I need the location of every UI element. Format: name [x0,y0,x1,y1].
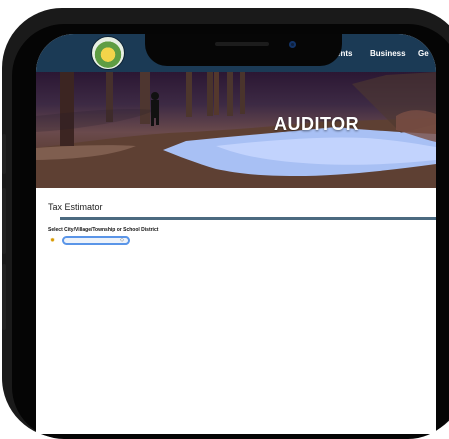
chevron-down-icon: ◇ [120,237,124,243]
hero-banner: AUDITOR [36,72,436,188]
speaker-grille [215,42,269,46]
side-button [2,264,6,330]
phone-notch [145,34,342,66]
district-select-label: Select City/Village/Township or School D… [48,227,159,233]
page-title: Tax Estimator [48,202,103,212]
nav-item-business[interactable]: Business [370,49,406,58]
side-button [2,134,6,174]
heading-divider [60,217,436,220]
county-seal-logo[interactable] [91,36,125,70]
nav-item-ge[interactable]: Ge [418,49,429,58]
side-button [2,188,6,254]
help-icon[interactable]: ✹ [50,238,56,244]
phone-screen: ents Business Ge AUDITOR Tax Estimator S… [36,34,436,434]
front-camera [289,41,296,48]
winter-park-scene [36,72,436,188]
hero-title: AUDITOR [274,114,360,134]
district-select[interactable]: ◇ [62,236,130,245]
